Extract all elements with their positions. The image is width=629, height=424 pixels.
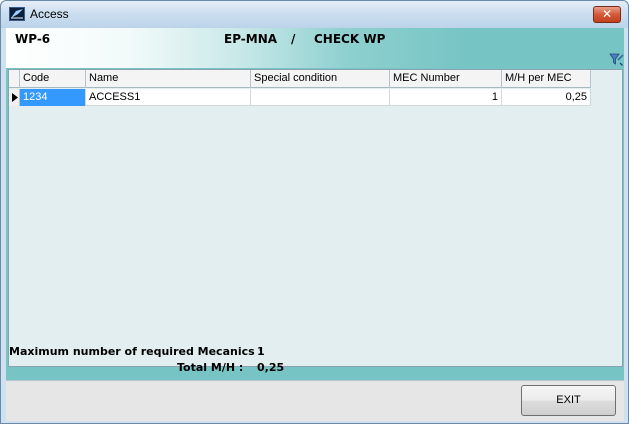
- filter-icon[interactable]: [608, 51, 624, 67]
- access-window: Access ✕ WP-6 EP-MNA / CHECK WP Code Nam: [0, 0, 629, 424]
- work-package-code: WP-6: [15, 32, 51, 46]
- column-header-name[interactable]: Name: [86, 70, 251, 88]
- aircraft-registration: EP-MNA: [224, 32, 278, 46]
- cell-mh-per-mec[interactable]: 0,25: [502, 89, 591, 106]
- close-button[interactable]: ✕: [593, 6, 621, 23]
- header-band: WP-6 EP-MNA / CHECK WP: [6, 28, 624, 68]
- column-header-mec-number[interactable]: MEC Number: [390, 70, 502, 88]
- total-mh-label: Total M/H :: [177, 361, 244, 374]
- client-area: WP-6 EP-MNA / CHECK WP Code Name Special…: [6, 28, 624, 421]
- column-header-special-condition[interactable]: Special condition: [251, 70, 390, 88]
- row-indicator-arrow-icon: [12, 93, 18, 102]
- column-header-mh-per-mec[interactable]: M/H per MEC: [502, 70, 591, 88]
- total-mh-value: 0,25: [257, 361, 285, 374]
- cell-name[interactable]: ACCESS1: [86, 89, 251, 106]
- column-header-code[interactable]: Code: [20, 70, 86, 88]
- check-type: CHECK WP: [314, 32, 386, 46]
- app-icon: [9, 7, 25, 21]
- cell-mec-number[interactable]: 1: [390, 89, 502, 106]
- access-grid[interactable]: Code Name Special condition MEC Number M…: [8, 69, 623, 367]
- window-title: Access: [30, 7, 69, 21]
- row-indicator[interactable]: [9, 89, 20, 106]
- grid-header: Code Name Special condition MEC Number M…: [9, 70, 591, 88]
- header-separator: /: [291, 32, 296, 46]
- exit-button[interactable]: EXIT: [521, 385, 616, 416]
- close-icon: ✕: [601, 7, 613, 21]
- cell-code[interactable]: 1234: [20, 89, 86, 106]
- max-mechanics-label: Maximum number of required Mecanics :: [9, 345, 263, 358]
- table-row[interactable]: 1234 ACCESS1 1 0,25: [9, 89, 591, 106]
- title-bar[interactable]: Access ✕: [1, 1, 628, 28]
- cell-special-condition[interactable]: [251, 89, 390, 106]
- max-mechanics-value: 1: [257, 345, 265, 358]
- footer-bar: EXIT: [6, 380, 624, 421]
- row-selector-header: [9, 70, 20, 88]
